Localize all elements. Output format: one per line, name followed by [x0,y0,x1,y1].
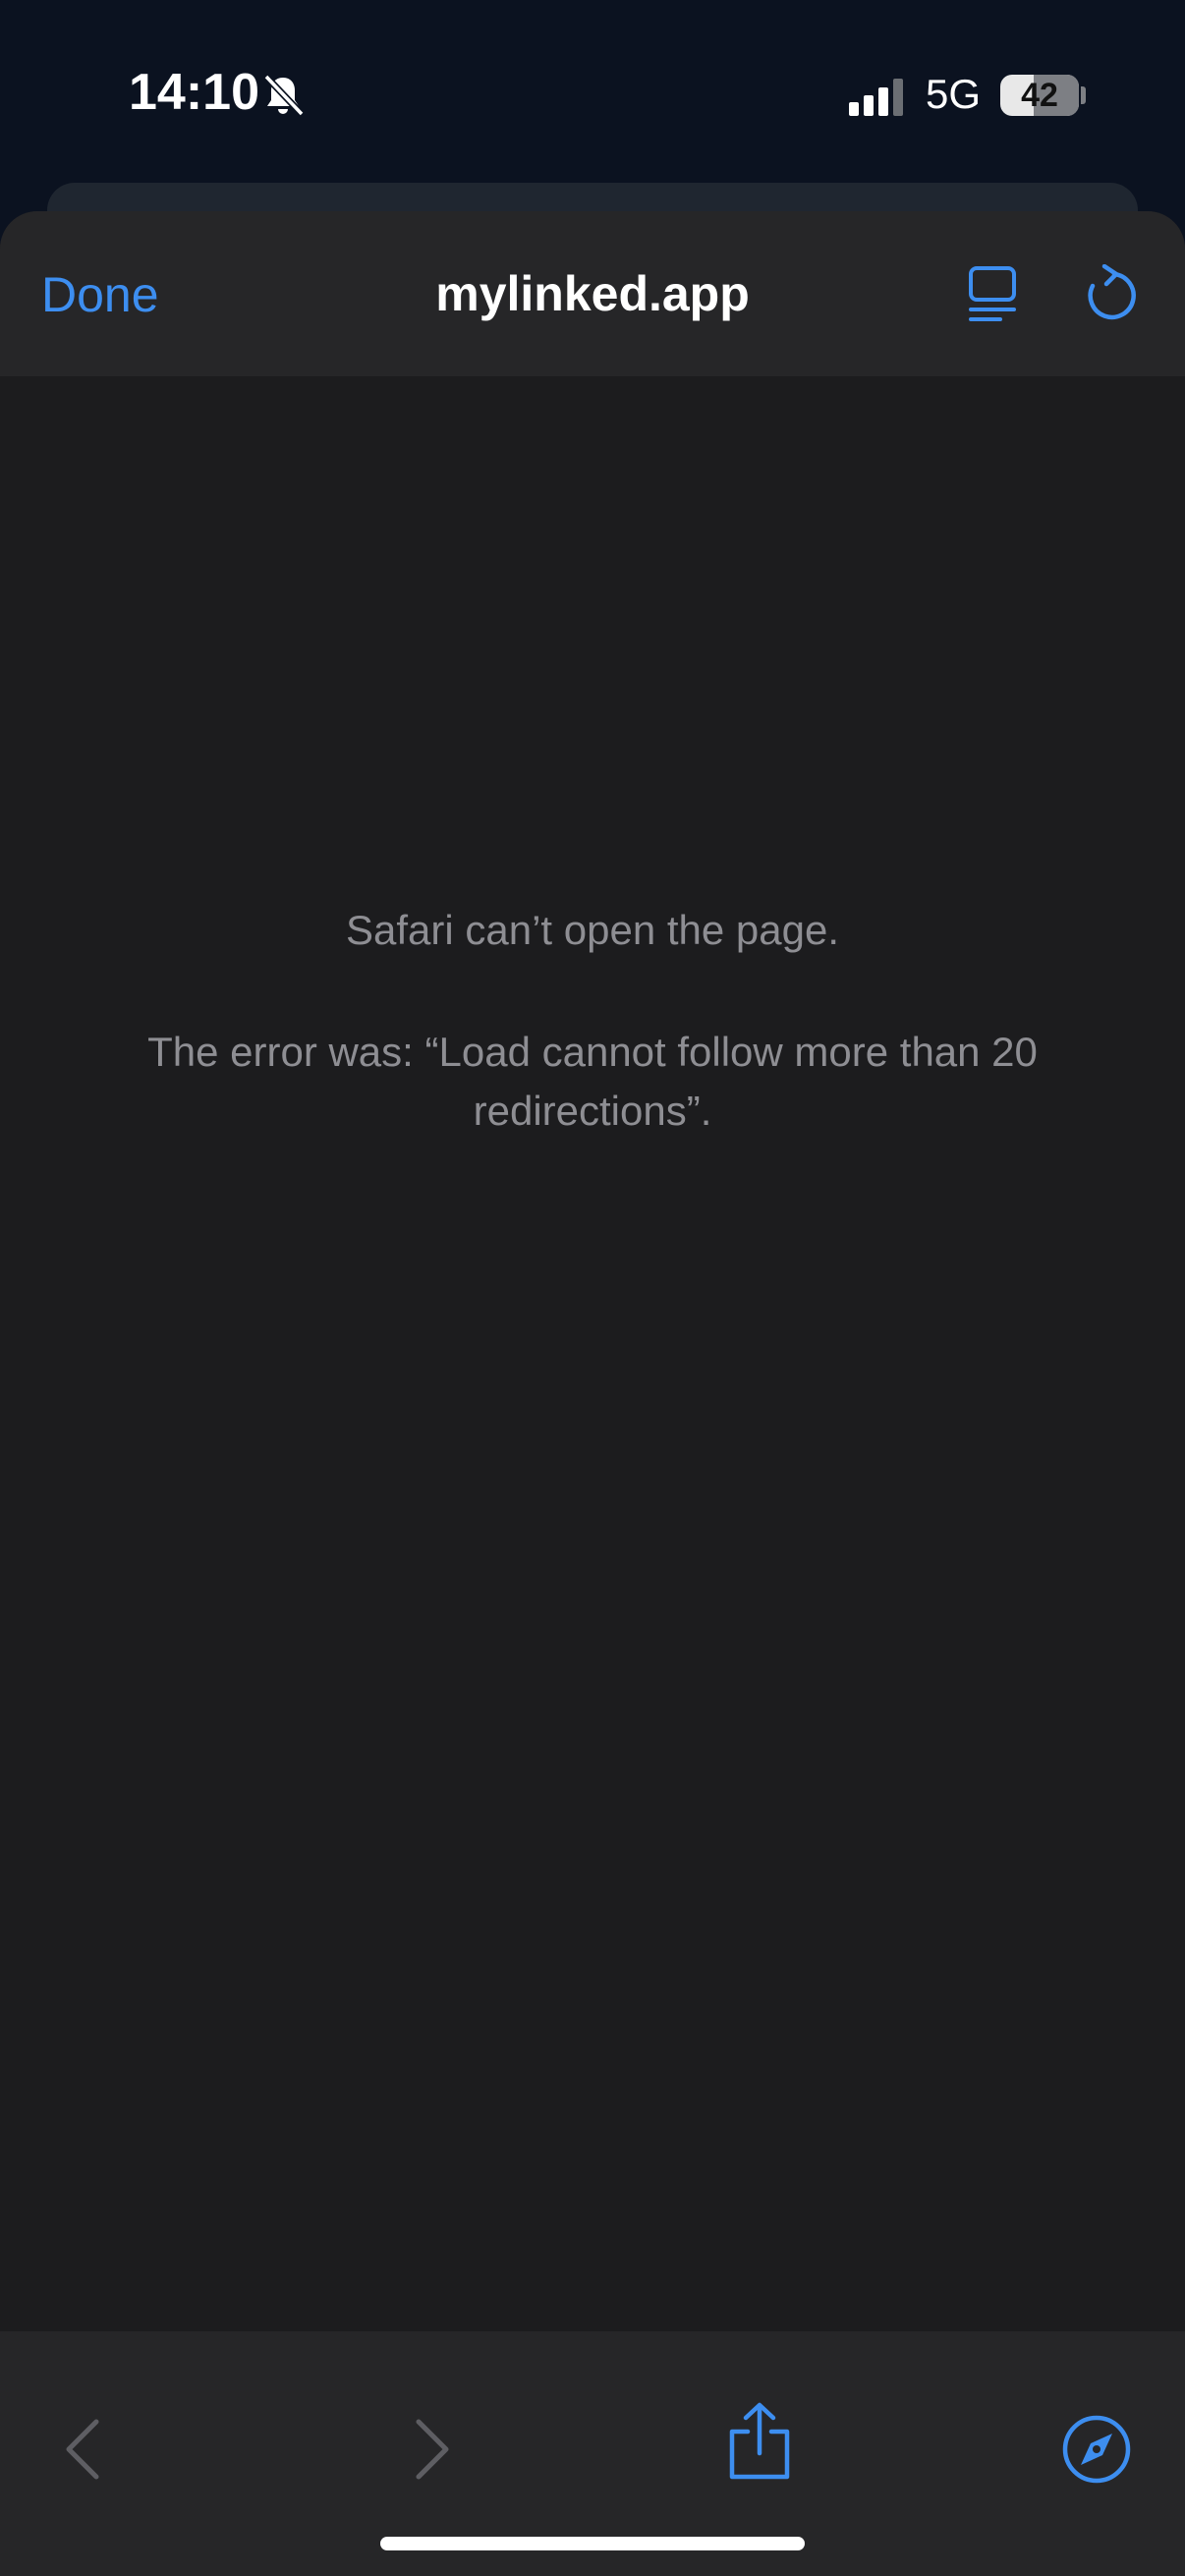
battery-tip [1081,86,1086,104]
chevron-right-icon[interactable] [389,2410,468,2489]
network-label: 5G [926,71,982,117]
chevron-left-icon[interactable] [47,2410,126,2489]
signal-icon [849,79,903,116]
share-icon[interactable] [720,2402,799,2481]
screen: 14:10 5G 42 Done mylinked.app Safari can… [0,0,1185,2576]
reload-icon[interactable] [1081,264,1136,323]
status-bar: 14:10 5G 42 [0,0,1185,187]
nav-bar: Done mylinked.app [0,211,1185,376]
status-time: 14:10 [129,64,259,121]
page-content: Safari can’t open the page. The error wa… [0,376,1185,2543]
battery-level: 42 [1021,77,1058,114]
reader-icon[interactable] [967,264,1018,323]
error-title: Safari can’t open the page. [345,907,840,953]
safari-view-sheet: Done mylinked.app Safari can’t open the … [0,211,1185,2576]
battery-icon: 42 [1000,75,1079,116]
error-detail: The error was: “Load cannot follow more … [147,1029,1038,1134]
home-indicator[interactable] [380,2537,805,2550]
compass-icon[interactable] [1057,2410,1136,2489]
bell-off-icon [263,74,305,117]
